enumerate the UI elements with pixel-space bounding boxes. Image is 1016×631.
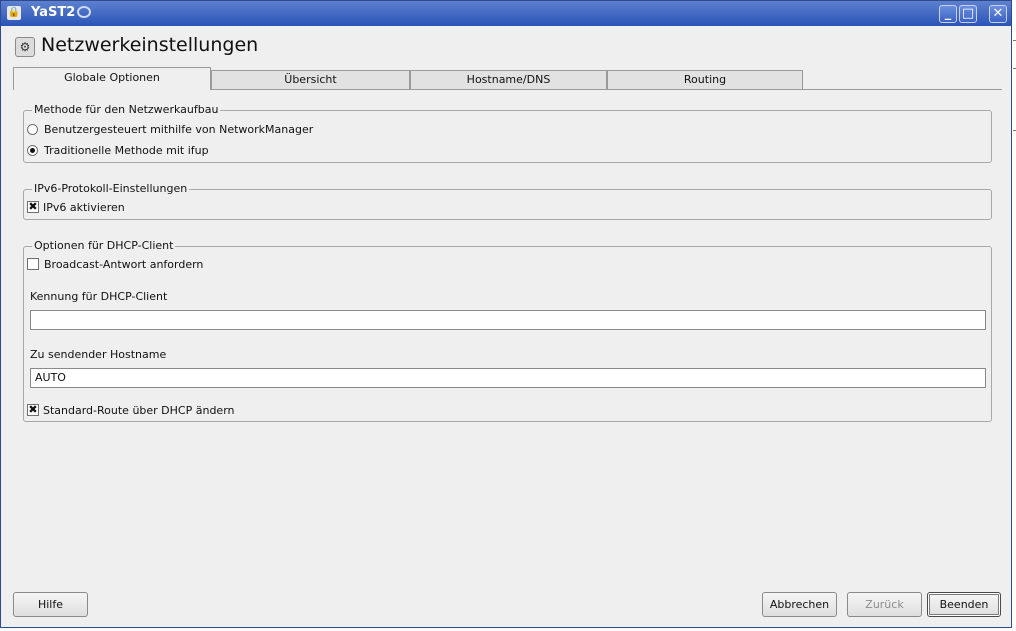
default-route-label: Standard-Route über DHCP ändern: [43, 404, 235, 417]
desktop-edge: [1012, 0, 1016, 631]
minimize-button[interactable]: _: [939, 5, 957, 23]
tab-hostname-dns[interactable]: Hostname/DNS: [410, 70, 607, 89]
dhcp-client-id-label: Kennung für DHCP-Client: [30, 290, 168, 303]
title-bar[interactable]: 🔒 YaST2 _ □ ✕: [1, 1, 1011, 26]
networkmanager-label: Benutzergesteuert mithilfe von NetworkMa…: [44, 123, 314, 136]
default-route-checkbox[interactable]: ✖: [27, 404, 39, 416]
back-button[interactable]: Zurück: [847, 592, 922, 617]
networkmanager-radio[interactable]: [27, 124, 38, 135]
yast-window: 🔒 YaST2 _ □ ✕ ⚙ Netzwerkeinstellungen Gl…: [0, 0, 1012, 628]
suse-logo-icon: [77, 6, 91, 18]
ifup-label: Traditionelle Methode mit ifup: [44, 144, 209, 157]
tab-routing[interactable]: Routing: [607, 70, 803, 89]
window-title: YaST2: [31, 5, 76, 20]
dhcp-client-id-input[interactable]: [30, 310, 986, 330]
page-title: Netzwerkeinstellungen: [41, 34, 259, 56]
finish-button[interactable]: Beenden: [927, 592, 1001, 617]
ipv6-legend: IPv6-Protokoll-Einstellungen: [32, 182, 190, 195]
network-settings-icon: ⚙: [15, 37, 35, 57]
ifup-radio[interactable]: [27, 145, 38, 156]
ipv6-checkbox[interactable]: ✖: [27, 201, 39, 213]
ipv6-label: IPv6 aktivieren: [43, 201, 125, 214]
cancel-button[interactable]: Abbrechen: [762, 592, 837, 617]
setup-method-group: Methode für den Netzwerkaufbau Benutzerg…: [23, 103, 992, 163]
setup-method-legend: Methode für den Netzwerkaufbau: [32, 103, 221, 116]
broadcast-label: Broadcast-Antwort anfordern: [44, 258, 204, 271]
tab-baseline: [211, 89, 1002, 90]
ipv6-group: IPv6-Protokoll-Einstellungen ✖ IPv6 akti…: [23, 182, 992, 220]
help-button[interactable]: Hilfe: [13, 592, 88, 617]
hostname-to-send-input[interactable]: AUTO: [30, 368, 986, 388]
app-icon: 🔒: [7, 6, 21, 20]
broadcast-checkbox[interactable]: [27, 258, 39, 270]
tab-global-options[interactable]: Globale Optionen: [13, 67, 211, 90]
close-button[interactable]: ✕: [989, 5, 1007, 23]
hostname-to-send-label: Zu sendender Hostname: [30, 348, 167, 361]
dhcp-client-legend: Optionen für DHCP-Client: [32, 239, 176, 252]
maximize-button[interactable]: □: [959, 5, 977, 23]
dhcp-client-group: Optionen für DHCP-Client Broadcast-Antwo…: [23, 239, 992, 422]
tab-overview[interactable]: Übersicht: [211, 70, 410, 89]
